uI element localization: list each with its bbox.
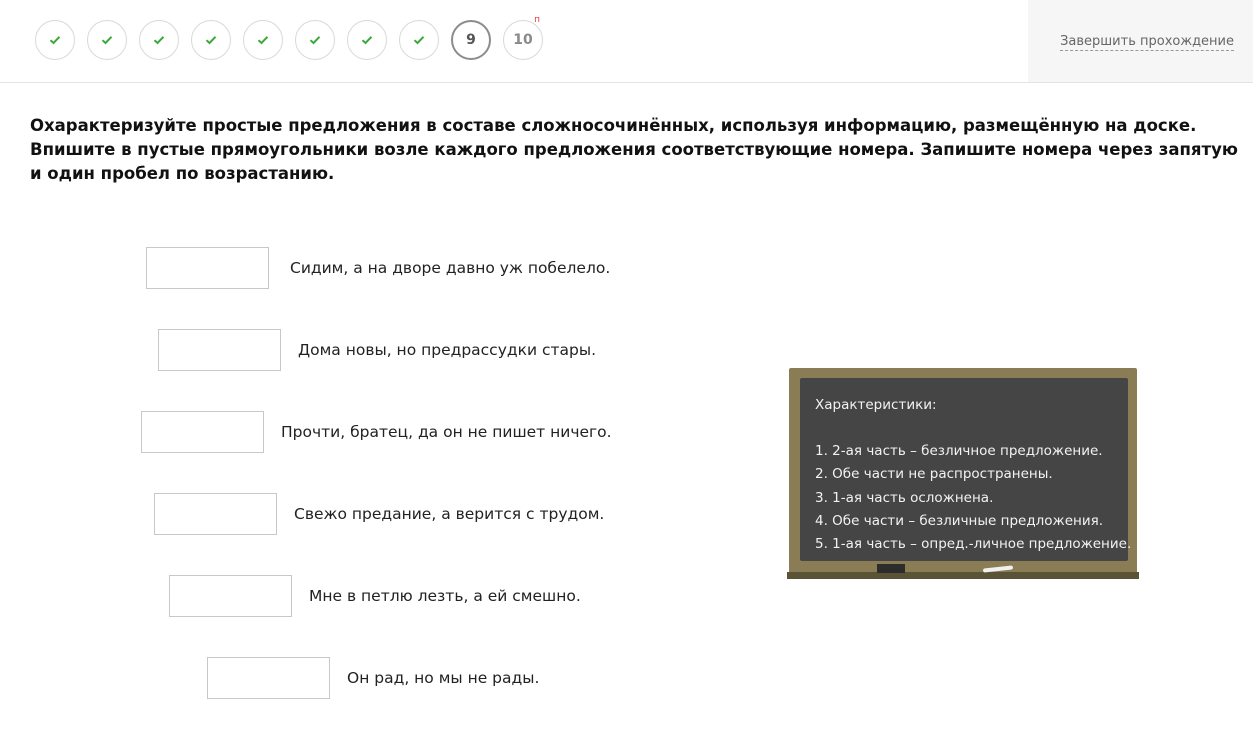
sentence-row-3: Прочти, братец, да он не пишет ничего. <box>141 411 612 453</box>
step-5[interactable] <box>243 20 283 60</box>
chalkboard-surface: Характеристики: 1. 2-ая часть – безлично… <box>800 378 1131 561</box>
sentence-text-6: Он рад, но мы не рады. <box>347 669 540 687</box>
check-icon <box>205 35 217 45</box>
step-1[interactable] <box>35 20 75 60</box>
step-4[interactable] <box>191 20 231 60</box>
chalkboard-ledge <box>787 572 1139 579</box>
sentence-row-6: Он рад, но мы не рады. <box>207 657 539 699</box>
step-7[interactable] <box>347 20 387 60</box>
answer-input-2[interactable] <box>158 329 281 371</box>
step-8[interactable] <box>399 20 439 60</box>
sentence-row-1: Сидим, а на дворе давно уж побелело. <box>146 247 610 289</box>
chalkboard: Характеристики: 1. 2-ая часть – безлично… <box>787 368 1139 579</box>
answer-input-6[interactable] <box>207 657 330 699</box>
check-icon <box>49 35 61 45</box>
answer-input-1[interactable] <box>146 247 269 289</box>
check-icon <box>309 35 321 45</box>
task-instruction: Охарактеризуйте простые предложения в со… <box>30 116 1238 183</box>
sentence-text-4: Свежо предание, а верится с трудом. <box>294 505 605 523</box>
sentence-text-2: Дома новы, но предрассудки стары. <box>298 341 597 359</box>
answer-input-3[interactable] <box>141 411 264 453</box>
chalkboard-item-4: 4. Обе части – безличные предложения. <box>815 512 1104 529</box>
eraser-icon <box>877 564 905 573</box>
sentence-text-1: Сидим, а на дворе давно уж побелело. <box>290 259 611 277</box>
step-9[interactable]: 9 <box>451 20 491 60</box>
finish-panel: Завершить прохождение <box>1028 0 1253 82</box>
check-icon <box>257 35 269 45</box>
step-number: 10 <box>513 32 533 48</box>
check-icon <box>101 35 113 45</box>
step-2[interactable] <box>87 20 127 60</box>
chalkboard-title: Характеристики: <box>815 397 937 413</box>
step-badge: п <box>534 15 540 25</box>
step-number: 9 <box>466 32 476 48</box>
chalkboard-frame: Характеристики: 1. 2-ая часть – безлично… <box>789 368 1137 573</box>
check-icon <box>413 35 425 45</box>
chalkboard-text: Характеристики: 1. 2-ая часть – безлично… <box>815 394 1131 556</box>
top-bar: 9 10 п Завершить прохождение <box>0 0 1253 83</box>
sentence-row-2: Дома новы, но предрассудки стары. <box>158 329 596 371</box>
chalkboard-item-3: 3. 1-ая часть осложнена. <box>815 489 994 506</box>
step-10[interactable]: 10 п <box>503 15 543 60</box>
check-icon <box>153 35 165 45</box>
step-3[interactable] <box>139 20 179 60</box>
chalkboard-item-1: 1. 2-ая часть – безличное предложение. <box>815 443 1103 460</box>
chalkboard-item-2: 2. Обе части не распространены. <box>815 466 1053 483</box>
sentence-text-3: Прочти, братец, да он не пишет ничего. <box>281 423 612 441</box>
answer-input-5[interactable] <box>169 575 292 617</box>
sentence-text-5: Мне в петлю лезть, а ей смешно. <box>309 587 581 605</box>
answer-input-4[interactable] <box>154 493 277 535</box>
sentence-row-5: Мне в петлю лезть, а ей смешно. <box>169 575 581 617</box>
finish-attempt-link[interactable]: Завершить прохождение <box>1060 34 1234 51</box>
check-icon <box>361 35 373 45</box>
chalkboard-item-5: 5. 1-ая часть – опред.-личное предложени… <box>815 536 1132 553</box>
sentence-row-4: Свежо предание, а верится с трудом. <box>154 493 604 535</box>
step-6[interactable] <box>295 20 335 60</box>
